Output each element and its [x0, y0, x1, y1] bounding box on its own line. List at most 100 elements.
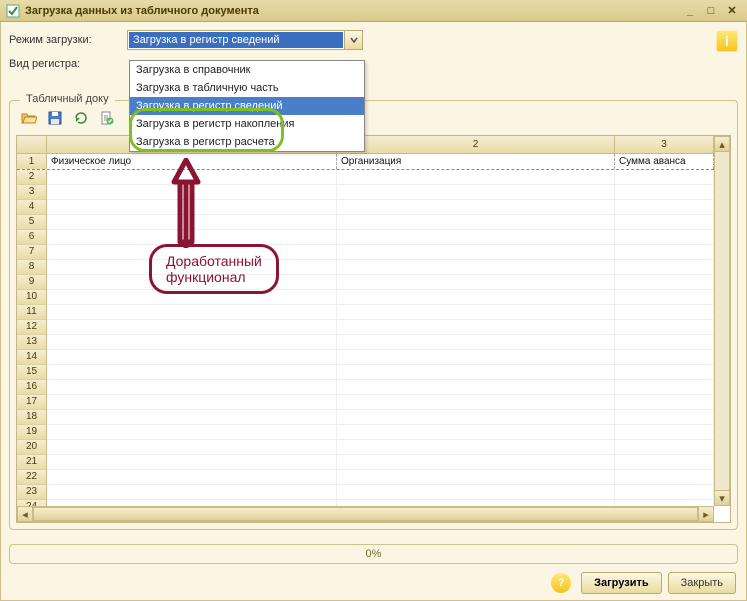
table-row[interactable]: 21	[17, 455, 714, 470]
table-row[interactable]: 9	[17, 275, 714, 290]
cell[interactable]	[337, 200, 615, 215]
table-row[interactable]: 15	[17, 365, 714, 380]
hscroll-track[interactable]	[33, 506, 698, 522]
help-button[interactable]: i	[716, 30, 738, 52]
table-row[interactable]: 16	[17, 380, 714, 395]
cell[interactable]	[47, 485, 337, 500]
col-num-2[interactable]: 2	[337, 136, 615, 153]
mode-option-3[interactable]: Загрузка в регистр накопления	[130, 115, 364, 133]
table-row[interactable]: 23	[17, 485, 714, 500]
table-row[interactable]: 17	[17, 395, 714, 410]
tab-label[interactable]: Табличный доку	[20, 93, 115, 105]
cell[interactable]	[337, 275, 615, 290]
table-row[interactable]: 5	[17, 215, 714, 230]
cell[interactable]	[47, 290, 337, 305]
scroll-up-button[interactable]: ▴	[714, 136, 730, 152]
row-number[interactable]: 10	[17, 290, 47, 305]
cell[interactable]	[615, 200, 714, 215]
cell[interactable]	[47, 230, 337, 245]
mode-dropdown-button[interactable]	[344, 31, 362, 49]
cell[interactable]	[615, 185, 714, 200]
table-row[interactable]: 6	[17, 230, 714, 245]
cell[interactable]	[47, 395, 337, 410]
fill-control-button[interactable]	[96, 107, 118, 129]
row-number[interactable]: 8	[17, 260, 47, 275]
cell[interactable]	[337, 320, 615, 335]
cell[interactable]	[47, 260, 337, 275]
row-number[interactable]: 21	[17, 455, 47, 470]
cell[interactable]	[337, 350, 615, 365]
mode-option-0[interactable]: Загрузка в справочник	[130, 61, 364, 79]
cell[interactable]	[47, 200, 337, 215]
table-row[interactable]: 19	[17, 425, 714, 440]
row-number[interactable]: 14	[17, 350, 47, 365]
cell[interactable]	[337, 410, 615, 425]
hscroll-thumb[interactable]	[33, 507, 698, 521]
cell[interactable]	[615, 380, 714, 395]
row-num-1[interactable]: 1	[17, 154, 47, 169]
cell[interactable]	[337, 395, 615, 410]
row-number[interactable]: 22	[17, 470, 47, 485]
row-number[interactable]: 6	[17, 230, 47, 245]
cell[interactable]	[47, 365, 337, 380]
table-row[interactable]: 7	[17, 245, 714, 260]
mode-combo[interactable]: Загрузка в регистр сведений	[127, 30, 363, 50]
close-button[interactable]: Закрыть	[668, 572, 736, 594]
cell[interactable]	[615, 275, 714, 290]
cell[interactable]	[615, 485, 714, 500]
cell[interactable]	[615, 365, 714, 380]
cell[interactable]	[47, 455, 337, 470]
cell[interactable]	[47, 425, 337, 440]
row-number[interactable]: 9	[17, 275, 47, 290]
cell[interactable]	[47, 170, 337, 185]
table-row[interactable]: 2	[17, 170, 714, 185]
table-row[interactable]: 11	[17, 305, 714, 320]
row-number[interactable]: 16	[17, 380, 47, 395]
cell[interactable]	[47, 185, 337, 200]
row-number[interactable]: 4	[17, 200, 47, 215]
cell[interactable]	[615, 170, 714, 185]
cell[interactable]	[337, 290, 615, 305]
close-window-button[interactable]: ✕	[723, 4, 741, 18]
cell[interactable]	[47, 335, 337, 350]
cell[interactable]	[615, 215, 714, 230]
field-header-2[interactable]: Организация	[337, 154, 615, 169]
cell[interactable]	[337, 260, 615, 275]
cell[interactable]	[615, 335, 714, 350]
scroll-left-button[interactable]: ◂	[17, 506, 33, 522]
table-row[interactable]: 10	[17, 290, 714, 305]
row-number[interactable]: 17	[17, 395, 47, 410]
cell[interactable]	[615, 305, 714, 320]
cell[interactable]	[47, 410, 337, 425]
row-number[interactable]: 18	[17, 410, 47, 425]
table-row[interactable]: 8	[17, 260, 714, 275]
field-header-3[interactable]: Сумма аванса	[615, 154, 714, 169]
table-row[interactable]: 14	[17, 350, 714, 365]
row-number[interactable]: 15	[17, 365, 47, 380]
cell[interactable]	[615, 260, 714, 275]
row-number[interactable]: 2	[17, 170, 47, 185]
open-file-button[interactable]	[18, 107, 40, 129]
cell[interactable]	[337, 305, 615, 320]
cell[interactable]	[47, 245, 337, 260]
row-number[interactable]: 13	[17, 335, 47, 350]
cell[interactable]	[47, 320, 337, 335]
save-file-button[interactable]	[44, 107, 66, 129]
cell[interactable]	[47, 470, 337, 485]
row-number[interactable]: 5	[17, 215, 47, 230]
cell[interactable]	[615, 350, 714, 365]
cell[interactable]	[615, 245, 714, 260]
table-row[interactable]: 12	[17, 320, 714, 335]
table-row[interactable]: 4	[17, 200, 714, 215]
cell[interactable]	[47, 440, 337, 455]
help-question-button[interactable]: ?	[551, 573, 571, 593]
cell[interactable]	[337, 455, 615, 470]
cell[interactable]	[337, 425, 615, 440]
refresh-button[interactable]	[70, 107, 92, 129]
table-row[interactable]: 18	[17, 410, 714, 425]
row-number[interactable]: 23	[17, 485, 47, 500]
scroll-right-button[interactable]: ▸	[698, 506, 714, 522]
vertical-scrollbar[interactable]: ▴ ▾	[714, 136, 730, 506]
table-row[interactable]: 20	[17, 440, 714, 455]
load-button[interactable]: Загрузить	[581, 572, 662, 594]
